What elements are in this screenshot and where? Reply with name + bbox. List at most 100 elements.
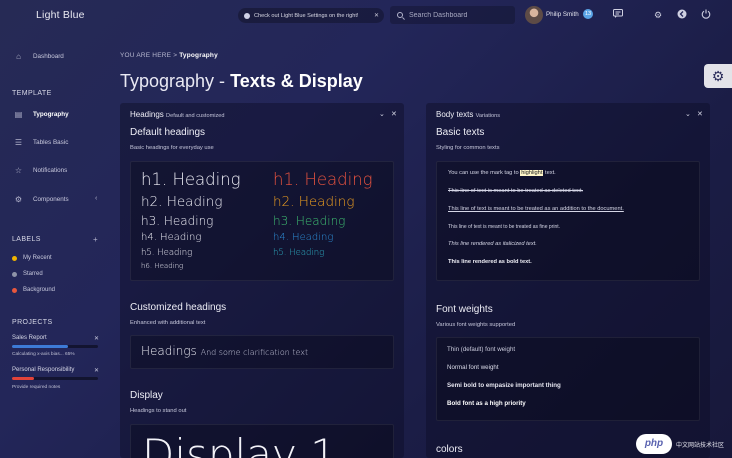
search-input[interactable] xyxy=(409,11,504,19)
bold-text: This line rendered as bold text. xyxy=(448,259,532,265)
heading-h5: h5. Heading xyxy=(141,248,193,258)
announcement-pill[interactable]: Check out Light Blue Settings on the rig… xyxy=(238,8,384,23)
heading-h1-colored: h1. Heading xyxy=(273,170,373,189)
messages-icon[interactable] xyxy=(612,9,624,21)
sidebar-item-label: Typography xyxy=(33,111,69,118)
deleted-text: This line of text is meant to be treated… xyxy=(448,188,583,194)
add-label-button[interactable]: + xyxy=(93,235,98,244)
heading-h3-colored: h3. Heading xyxy=(273,214,346,228)
basic-texts-title: Basic texts xyxy=(436,127,485,138)
document-icon: ▤ xyxy=(14,110,23,119)
gear-icon[interactable]: ⚙ xyxy=(652,9,664,21)
project-note: Calculating x-axis bias... 65% xyxy=(12,352,75,357)
avatar[interactable] xyxy=(525,6,543,24)
section-title-labels: LABELS xyxy=(12,236,41,243)
sidebar-item-components[interactable]: ⚙ Components xyxy=(14,195,69,204)
label-my-recent[interactable]: My Recent xyxy=(12,255,52,261)
italic-text: This line rendered as italicized text. xyxy=(448,241,537,247)
project-progress-bar xyxy=(12,345,98,348)
collapse-icon[interactable]: ⌄ xyxy=(379,110,385,118)
panel-title: Headings Default and customized xyxy=(130,110,225,119)
close-icon[interactable]: ✕ xyxy=(391,110,397,118)
weight-normal: Normal font weight xyxy=(447,364,499,371)
collapse-icon[interactable]: ⌄ xyxy=(685,110,691,118)
project-progress-fill xyxy=(12,377,34,380)
notification-count-badge[interactable]: 13 xyxy=(583,9,593,19)
label-text: My Recent xyxy=(23,255,52,261)
basic-texts-desc: Styling for common texts xyxy=(436,145,500,151)
sidebar-item-tables-basic[interactable]: ☰ Tables Basic xyxy=(14,138,68,147)
close-icon[interactable]: ✕ xyxy=(94,335,99,342)
project-name[interactable]: Personal Responsibility xyxy=(12,367,74,373)
display-desc: Headings to stand out xyxy=(130,408,187,414)
label-background[interactable]: Background xyxy=(12,287,55,293)
project-name[interactable]: Sales Report xyxy=(12,335,47,341)
heading-h1: h1. Heading xyxy=(141,170,241,189)
announcement-text: Check out Light Blue Settings on the rig… xyxy=(254,12,359,19)
close-icon[interactable]: ✕ xyxy=(94,367,99,374)
project-note: Provide required notes xyxy=(12,385,61,390)
settings-gear-icon[interactable]: ⚙ xyxy=(704,64,732,88)
heading-h2-colored: h2. Heading xyxy=(273,194,355,210)
table-icon: ☰ xyxy=(14,138,23,147)
home-icon: ⌂ xyxy=(16,52,21,61)
sidebar-item-label: Components xyxy=(33,196,69,203)
sidebar-item-label: Dashboard xyxy=(33,53,64,60)
chevron-left-icon[interactable]: ‹ xyxy=(95,195,97,202)
heading-h6: h6. Heading xyxy=(141,262,184,270)
panel-title: Body texts Variations xyxy=(436,110,500,119)
fine-print-text: This line of text is meant to be treated… xyxy=(448,224,561,230)
close-icon[interactable]: ✕ xyxy=(697,110,703,118)
sidebar-item-dashboard[interactable]: ⌂ Dashboard xyxy=(14,52,64,61)
search-icon xyxy=(397,12,403,18)
gears-icon: ⚙ xyxy=(14,195,23,204)
panel-title-text: Headings xyxy=(130,110,164,119)
sidebar-item-notifications[interactable]: ☆ Notifications xyxy=(14,166,67,175)
font-weights-desc: Various font weights supported xyxy=(436,322,516,328)
label-text: Starred xyxy=(23,271,43,277)
heading-h2: h2. Heading xyxy=(141,194,223,210)
label-starred[interactable]: Starred xyxy=(12,271,43,277)
project-progress-fill xyxy=(12,345,68,348)
heading-h4: h4. Heading xyxy=(141,232,202,243)
settings-icon xyxy=(244,12,250,19)
page-title: Typography - Texts & Display xyxy=(120,71,363,92)
close-icon[interactable]: ✕ xyxy=(374,12,379,19)
heading-h4-colored: h4. Heading xyxy=(273,232,334,243)
label-dot xyxy=(12,255,17,261)
custom-headings-title: Customized headings xyxy=(130,302,227,313)
panel-subtitle: Variations xyxy=(475,113,501,119)
label-dot xyxy=(12,271,17,277)
label-dot xyxy=(12,287,17,293)
user-name[interactable]: Philip Smith xyxy=(546,11,579,18)
mark-after: text. xyxy=(545,170,556,176)
breadcrumb-current[interactable]: Typography xyxy=(179,52,218,59)
search-box[interactable] xyxy=(390,6,515,24)
colors-title: colors xyxy=(436,444,463,455)
sidebar-item-label: Notifications xyxy=(33,167,68,174)
breadcrumb: YOU ARE HERE > Typography xyxy=(120,52,218,59)
weight-semibold: Semi bold to empasize important thing xyxy=(447,382,561,389)
watermark-text: 中文网站技术社区 xyxy=(676,442,725,449)
page-title-light: Typography - xyxy=(120,71,231,91)
project-progress-bar xyxy=(12,377,98,380)
mark-line: You can use the mark tag to highlight te… xyxy=(448,170,556,176)
power-icon[interactable] xyxy=(700,9,712,21)
app-logo[interactable]: Light Blue xyxy=(36,9,85,21)
font-weights-title: Font weights xyxy=(436,304,493,315)
display-heading: Display 1 xyxy=(142,430,337,458)
panel-title-text: Body texts xyxy=(436,110,474,119)
arrow-circle-icon[interactable] xyxy=(676,9,688,21)
breadcrumb-separator: > xyxy=(173,52,178,59)
sidebar-item-typography[interactable]: ▤ Typography xyxy=(14,110,69,119)
breadcrumb-prefix: YOU ARE HERE xyxy=(120,52,172,59)
page-title-bold: Texts & Display xyxy=(230,71,363,91)
heading-h5-colored: h5. Heading xyxy=(273,248,325,258)
section-title-template: TEMPLATE xyxy=(12,90,52,97)
weight-thin: Thin (default) font weight xyxy=(447,346,516,353)
mark-highlight: highlight xyxy=(520,170,544,176)
mark-before: You can use the mark tag to xyxy=(448,170,519,176)
heading-h3: h3. Heading xyxy=(141,214,214,228)
watermark-logo: php xyxy=(636,434,672,454)
custom-headings-desc: Enhanced with additional text xyxy=(130,320,206,326)
